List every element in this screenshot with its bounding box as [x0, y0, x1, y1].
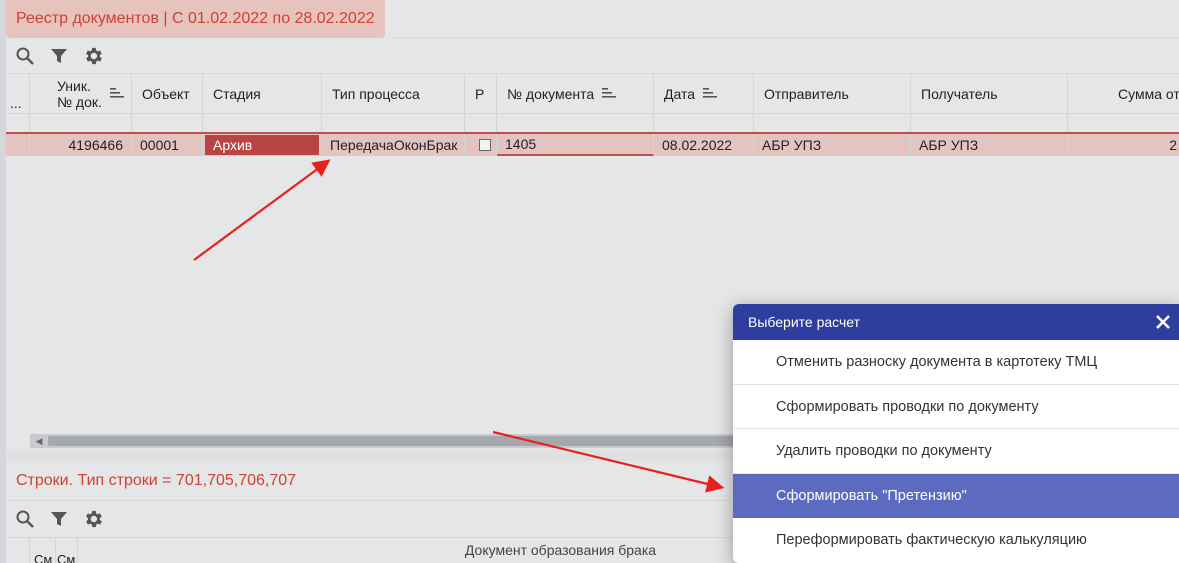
menu-item-delete-entries[interactable]: Удалить проводки по документу: [733, 429, 1179, 474]
col-blank[interactable]: [6, 538, 30, 563]
scrollbar-thumb[interactable]: [48, 436, 738, 446]
filter-icon[interactable]: [46, 506, 72, 532]
col-sender-label: Отправитель: [764, 85, 849, 102]
cell-date: 08.02.2022: [654, 134, 754, 156]
filter-cell[interactable]: [322, 114, 465, 132]
scroll-left-icon[interactable]: ◀: [32, 434, 46, 448]
col-sum[interactable]: Сумма от: [1068, 74, 1179, 113]
cell-receiver: АБР УПЗ: [911, 134, 1068, 156]
cell-sender: АБР УПЗ: [754, 134, 911, 156]
dialog-title: Выберите расчет: [748, 314, 861, 330]
col-p-label: Р: [475, 85, 485, 102]
col-process-type-label: Тип процесса: [332, 85, 420, 102]
col-receiver[interactable]: Получатель: [911, 74, 1068, 113]
col-object[interactable]: Объект: [132, 74, 203, 113]
col-process-type[interactable]: Тип процесса: [322, 74, 465, 113]
col-uniq[interactable]: Уник. № док.: [30, 74, 132, 113]
menu-item-label: Сформировать "Претензию": [776, 487, 967, 504]
registry-grid: ... Уник. № док. Объект Стадия Тип проце…: [6, 74, 1179, 156]
col-doc-number-label: № документа: [507, 85, 595, 102]
col-doc-number[interactable]: № документа: [497, 74, 654, 113]
col-date[interactable]: Дата: [654, 74, 754, 113]
filter-cell[interactable]: [654, 114, 754, 132]
sort-icon[interactable]: [602, 86, 617, 102]
filter-cell[interactable]: [1068, 114, 1179, 132]
cell-sum: 2: [1068, 134, 1179, 156]
cell-p: [465, 134, 497, 156]
group-header-label: Документ образования брака: [464, 542, 657, 558]
filter-cell[interactable]: [6, 114, 30, 132]
filter-cell[interactable]: [203, 114, 322, 132]
col-date-label: Дата: [664, 85, 696, 102]
filter-cell[interactable]: [497, 114, 654, 132]
menu-item-label: Удалить проводки по документу: [776, 443, 992, 459]
col-object-label: Объект: [142, 85, 190, 102]
menu-item-label: Переформировать фактическую калькуляцию: [776, 532, 1087, 548]
col-stage[interactable]: Стадия: [203, 74, 322, 113]
registry-title: Реестр документов | С 01.02.2022 по 28.0…: [6, 0, 385, 38]
expand-label: ...: [10, 95, 22, 111]
col-sm-2[interactable]: См: [56, 538, 78, 563]
filter-row: [6, 114, 1179, 134]
menu-item-create-entries[interactable]: Сформировать проводки по документу: [733, 385, 1179, 429]
cell-receiver-value: АБР УПЗ: [919, 137, 979, 153]
filter-cell[interactable]: [465, 114, 497, 132]
gear-icon[interactable]: [80, 43, 106, 69]
cell-doc-number[interactable]: 1405: [497, 134, 654, 156]
cell-sender-value: АБР УПЗ: [762, 137, 822, 153]
menu-item-create-claim[interactable]: Сформировать "Претензию": [733, 473, 1179, 518]
row-selector[interactable]: [6, 134, 30, 156]
col-uniq-label: Уник. № док.: [57, 77, 102, 110]
p-checkbox[interactable]: [479, 139, 491, 151]
col-sum-label: Сумма от: [1118, 85, 1179, 102]
grid-header: ... Уник. № док. Объект Стадия Тип проце…: [6, 74, 1179, 114]
gear-icon[interactable]: [80, 506, 106, 532]
cell-stage-value: Архив: [213, 137, 253, 153]
filter-cell[interactable]: [754, 114, 911, 132]
cell-object: 00001: [132, 134, 203, 156]
cell-process-type: ПередачаОконБрак: [322, 134, 465, 156]
col-stage-label: Стадия: [213, 85, 261, 102]
filter-cell[interactable]: [132, 114, 203, 132]
filter-cell[interactable]: [911, 114, 1068, 132]
close-icon[interactable]: [1151, 310, 1175, 334]
menu-item-label: Отменить разноску документа в картотеку …: [776, 354, 1098, 370]
sort-icon[interactable]: [109, 86, 124, 102]
col-p[interactable]: Р: [465, 74, 497, 113]
registry-toolbar: [6, 38, 1179, 74]
cell-date-value: 08.02.2022: [662, 137, 733, 153]
col-sm-2-label: См: [57, 552, 76, 563]
choose-calculation-dialog: Выберите расчет Отменить разноску докуме…: [733, 304, 1179, 563]
cell-process-type-value: ПередачаОконБрак: [330, 137, 458, 153]
status-badge: Архив: [205, 135, 320, 155]
col-sm-1[interactable]: См: [30, 538, 56, 563]
sort-icon[interactable]: [703, 86, 718, 102]
menu-item-label: Сформировать проводки по документу: [776, 398, 1039, 415]
cell-uniq-value: 4196466: [68, 137, 123, 153]
cell-doc-number-value: 1405: [505, 136, 537, 152]
search-icon[interactable]: [12, 43, 38, 69]
search-icon[interactable]: [12, 506, 38, 532]
col-expand[interactable]: ...: [6, 74, 30, 113]
title-band: [390, 0, 1179, 38]
col-sm-1-label: См: [34, 552, 53, 563]
table-row[interactable]: 4196466 00001 Архив ПередачаОконБрак 140…: [6, 134, 1179, 156]
filter-icon[interactable]: [46, 43, 72, 69]
col-sender[interactable]: Отправитель: [754, 74, 911, 113]
menu-item-cancel-posting[interactable]: Отменить разноску документа в картотеку …: [733, 340, 1179, 385]
dialog-header: Выберите расчет: [733, 304, 1179, 340]
cell-uniq: 4196466: [30, 134, 132, 156]
filter-cell[interactable]: [30, 114, 132, 132]
cell-object-value: 00001: [140, 137, 179, 153]
menu-item-recalculate-costing[interactable]: Переформировать фактическую калькуляцию: [733, 518, 1179, 563]
cell-sum-value: 2: [1169, 137, 1177, 153]
col-receiver-label: Получатель: [921, 85, 998, 102]
